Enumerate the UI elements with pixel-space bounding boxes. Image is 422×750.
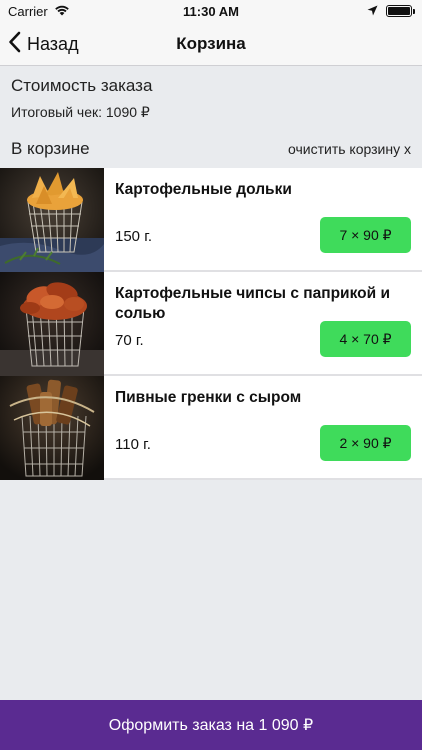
cart-item-body: Картофельные чипсы с паприкой и солью 70… bbox=[104, 272, 422, 374]
quantity-price-button[interactable]: 2 × 90 ₽ bbox=[320, 425, 411, 461]
product-name: Картофельные дольки bbox=[115, 181, 292, 198]
chevron-left-icon bbox=[8, 31, 21, 58]
product-photo bbox=[0, 376, 104, 480]
status-right bbox=[367, 4, 415, 19]
order-summary: Стоимость заказа Итоговый чек: 1090 ₽ bbox=[11, 76, 411, 121]
back-label: Назад bbox=[27, 33, 79, 54]
cart-item-body: Картофельные дольки 150 г. 7 × 90 ₽ bbox=[104, 168, 422, 270]
status-bar: Carrier 11:30 AM bbox=[0, 0, 422, 22]
cart-label: В корзине bbox=[11, 139, 90, 158]
wifi-icon bbox=[54, 4, 70, 19]
battery-icon bbox=[386, 5, 415, 17]
order-cost-title: Стоимость заказа bbox=[11, 76, 153, 95]
navigation-bar: Назад Корзина bbox=[0, 22, 422, 66]
cart-item[interactable]: Пивные гренки с сыром 110 г. 2 × 90 ₽ bbox=[0, 376, 422, 480]
quantity-price-button[interactable]: 4 × 70 ₽ bbox=[320, 321, 411, 357]
product-weight: 110 г. bbox=[115, 436, 151, 453]
page-title: Корзина bbox=[176, 33, 246, 53]
status-left: Carrier bbox=[8, 4, 70, 19]
location-arrow-icon bbox=[367, 4, 378, 19]
clear-cart-button[interactable]: очистить корзину x bbox=[288, 141, 411, 157]
product-photo bbox=[0, 272, 104, 376]
product-weight: 150 г. bbox=[115, 228, 153, 245]
back-button[interactable]: Назад bbox=[8, 22, 79, 66]
carrier-label: Carrier bbox=[8, 3, 48, 19]
product-name: Пивные гренки с сыром bbox=[115, 389, 302, 406]
product-weight: 70 г. bbox=[115, 332, 144, 349]
checkout-button[interactable]: Оформить заказ на 1 090 ₽ bbox=[0, 700, 422, 750]
quantity-price-button[interactable]: 7 × 90 ₽ bbox=[320, 217, 411, 253]
cart-items-list: Картофельные дольки 150 г. 7 × 90 ₽ Карт… bbox=[0, 168, 422, 480]
cart-item[interactable]: Картофельные дольки 150 г. 7 × 90 ₽ bbox=[0, 168, 422, 272]
cart-header: В корзине очистить корзину x bbox=[11, 138, 411, 160]
order-total: Итоговый чек: 1090 ₽ bbox=[11, 104, 150, 120]
product-photo bbox=[0, 168, 104, 272]
product-name: Картофельные чипсы с паприкой и солью bbox=[115, 285, 390, 322]
cart-item[interactable]: Картофельные чипсы с паприкой и солью 70… bbox=[0, 272, 422, 376]
cart-item-body: Пивные гренки с сыром 110 г. 2 × 90 ₽ bbox=[104, 376, 422, 478]
